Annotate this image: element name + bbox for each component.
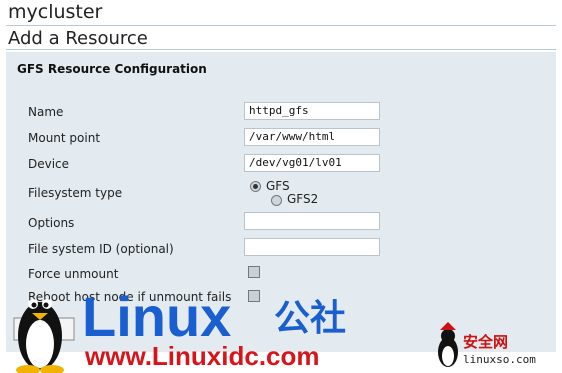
- title-divider: [6, 49, 556, 50]
- site-logo-icon: [438, 322, 458, 367]
- gfs-radio[interactable]: [250, 181, 261, 192]
- cluster-title: mycluster: [8, 1, 103, 23]
- fsid-input[interactable]: [244, 238, 380, 256]
- mount-point-label: Mount point: [28, 131, 101, 145]
- watermark-brand-cn: 公社: [274, 298, 346, 339]
- site-name-cn: 安全网: [463, 333, 508, 351]
- name-input[interactable]: [244, 102, 380, 120]
- penguin-logo-icon: [16, 299, 64, 373]
- section-title: GFS Resource Configuration: [17, 62, 207, 76]
- page-title: Add a Resource: [8, 28, 148, 49]
- site-url: linuxso.com: [463, 353, 536, 366]
- device-label: Device: [28, 157, 70, 171]
- gfs2-radio[interactable]: [271, 195, 282, 206]
- linuxidc-watermark: Linux 公社 www.Linuxidc.com 安全网 linuxso.co…: [13, 285, 536, 373]
- filesystem-type-label: Filesystem type: [28, 186, 123, 200]
- watermark-brand: Linux: [82, 285, 231, 348]
- header-divider: [6, 25, 556, 26]
- fsid-label: File system ID (optional): [28, 242, 174, 256]
- name-label: Name: [28, 105, 64, 119]
- mount-point-input[interactable]: [244, 128, 380, 146]
- options-input[interactable]: [244, 212, 380, 230]
- options-label: Options: [28, 216, 75, 230]
- gfs2-radio-label: GFS2: [287, 192, 319, 206]
- device-input[interactable]: [244, 154, 380, 172]
- watermark-url: www.Linuxidc.com: [84, 341, 320, 371]
- gfs-radio-label: GFS: [266, 179, 290, 193]
